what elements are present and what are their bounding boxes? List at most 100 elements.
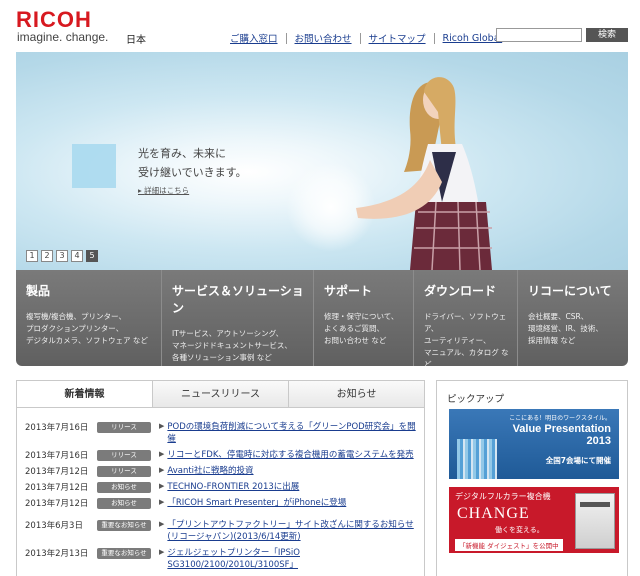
news-badge: 重要なお知らせ xyxy=(97,520,151,531)
purchase-link[interactable]: ご購入窓口 xyxy=(230,31,278,45)
change-mfp-banner[interactable]: デジタルフルカラー複合機 CHANGE 働くを変える。 「新機能 ダイジェスト」… xyxy=(449,487,619,553)
news-title-link[interactable]: TECHNO-FRONTIER 2013に出展 xyxy=(167,481,419,493)
locale-label: 日本 xyxy=(126,35,146,46)
ricoh-global-link[interactable]: Ricoh Global xyxy=(443,33,503,44)
news-date: 2013年6月3日 xyxy=(25,521,83,531)
category-about[interactable]: リコーについて 会社概要、CSR、 環境経営、IR、技術、 採用情報 など xyxy=(518,270,628,366)
nav-divider xyxy=(433,32,435,44)
hero-detail-label[interactable]: 詳細はこちら xyxy=(144,186,189,195)
banner-title-line: 2013 xyxy=(586,435,611,447)
news-title-link[interactable]: ジェルジェットプリンター「IPSiO SG3100/2100/2010L/310… xyxy=(167,547,419,571)
desc-line: ドライバー、ソフトウェア、 xyxy=(424,312,507,333)
arrow-icon: ▶ xyxy=(159,482,165,490)
hero-decor-square xyxy=(72,144,116,188)
tab-notices[interactable]: お知らせ xyxy=(289,381,424,407)
news-item: 2013年7月12日 お知らせ ▶ TECHNO-FRONTIER 2013に出… xyxy=(17,481,424,493)
news-date: 2013年7月16日 xyxy=(25,423,89,433)
desc-line: マニュアル、カタログ など xyxy=(424,348,509,366)
hero-page-2[interactable]: 2 xyxy=(41,250,53,262)
category-services[interactable]: サービス＆ソリューション ITサービス、アウトソーシング、 マネージドドキュメン… xyxy=(162,270,314,366)
search-button[interactable]: 検索 xyxy=(586,28,628,42)
hero-line-2: 受け継いでいきます。 xyxy=(138,166,247,179)
category-desc: ドライバー、ソフトウェア、 ユーティリティー、 マニュアル、カタログ など xyxy=(424,311,509,366)
category-title: サービス＆ソリューション xyxy=(172,284,304,315)
sitemap-link[interactable]: サイトマップ xyxy=(369,31,426,45)
tab-latest[interactable]: 新着情報 xyxy=(17,381,153,407)
arrow-icon: ▶ xyxy=(159,498,165,506)
news-date: 2013年7月16日 xyxy=(25,451,89,461)
news-date: 2013年7月12日 xyxy=(25,499,89,509)
desc-line: よくあるご質問、 xyxy=(324,324,384,333)
desc-line: 修理・保守について、 xyxy=(324,312,399,321)
desc-line: 採用情報 など xyxy=(528,336,576,345)
desc-line: マネージドドキュメントサービス、 xyxy=(172,341,292,350)
category-title: リコーについて xyxy=(528,284,612,298)
news-title-link[interactable]: Avanti社に戦略的投資 xyxy=(167,465,419,477)
news-item: 2013年7月16日 リリース ▶ PODの環境負荷削減について考える「グリーン… xyxy=(17,421,424,445)
news-badge: 重要なお知らせ xyxy=(97,548,151,559)
category-title: 製品 xyxy=(26,284,51,298)
arrow-icon: ▶ xyxy=(159,548,165,556)
news-title-link[interactable]: リコーとFDK、停電時に対応する複合機用の蓄電システムを発売 xyxy=(167,449,419,461)
hero-pager: 1 2 3 4 5 xyxy=(26,250,98,262)
news-title-link[interactable]: 「プリントアウトファクトリー」サイト改ざんに関するお知らせ(リコージャパン)(2… xyxy=(167,519,419,543)
contact-link[interactable]: お問い合わせ xyxy=(295,31,352,45)
news-title-link[interactable]: 「RICOH Smart Presenter」がiPhoneに登場 xyxy=(167,497,419,509)
nav-divider xyxy=(285,32,287,44)
hero-line-1: 光を育み、未来に xyxy=(138,147,226,160)
news-badge: リリース xyxy=(97,450,151,461)
nav-divider xyxy=(359,32,361,44)
category-desc: ITサービス、アウトソーシング、 マネージドドキュメントサービス、 各種ソリュー… xyxy=(172,328,305,364)
category-desc: 複写機/複合機、プリンター、 プロダクションプリンター、 デジタルカメラ、ソフト… xyxy=(26,311,153,347)
news-badge: リリース xyxy=(97,466,151,477)
desc-line: プロダクションプリンター、 xyxy=(26,324,124,333)
news-item: 2013年7月12日 お知らせ ▶ 「RICOH Smart Presenter… xyxy=(17,497,424,509)
category-desc: 修理・保守について、 よくあるご質問、 お問い合わせ など xyxy=(324,311,405,347)
news-tabs: 新着情報 ニュースリリース お知らせ xyxy=(17,381,424,408)
arrow-icon: ▶ xyxy=(159,450,165,458)
news-panel: 新着情報 ニュースリリース お知らせ 2013年7月16日 リリース ▶ POD… xyxy=(16,380,425,576)
pickup-heading: ピックアップ xyxy=(447,394,505,405)
banner-subtitle: 全国7会場にて開催 xyxy=(545,456,611,465)
printer-icon xyxy=(575,493,615,549)
hero-copy: 光を育み、未来に 受け継いでいきます。 xyxy=(138,144,247,182)
category-download[interactable]: ダウンロード ドライバー、ソフトウェア、 ユーティリティー、 マニュアル、カタロ… xyxy=(414,270,518,366)
arrow-icon: ▶ xyxy=(159,520,165,528)
banner-title-line: Value Presentation xyxy=(512,423,611,435)
desc-line: 環境経営、IR、技術、 xyxy=(528,324,603,333)
utility-nav: ご購入窓口 お問い合わせ サイトマップ Ricoh Global xyxy=(230,31,502,45)
news-badge: リリース xyxy=(97,422,151,433)
category-support[interactable]: サポート 修理・保守について、 よくあるご質問、 お問い合わせ など xyxy=(314,270,414,366)
news-item: 2013年6月3日 重要なお知らせ ▶ 「プリントアウトファクトリー」サイト改ざ… xyxy=(17,519,424,543)
hero-page-4[interactable]: 4 xyxy=(71,250,83,262)
news-date: 2013年7月12日 xyxy=(25,483,89,493)
tab-news-release[interactable]: ニュースリリース xyxy=(153,381,289,407)
news-date: 2013年7月12日 xyxy=(25,467,89,477)
desc-line: ユーティリティー、 xyxy=(424,336,491,345)
news-item: 2013年2月13日 重要なお知らせ ▶ ジェルジェットプリンター「IPSiO … xyxy=(17,547,424,571)
news-title-link[interactable]: PODの環境負荷削減について考える「グリーンPOD研究会」を開催 xyxy=(167,421,419,445)
hero-banner[interactable]: 光を育み、未来に 受け継いでいきます。 ▸ 詳細はこちら 1 2 3 4 5 xyxy=(16,52,628,270)
hero-page-1[interactable]: 1 xyxy=(26,250,38,262)
search-input[interactable] xyxy=(496,28,582,42)
desc-line: 各種ソリューション事例 など xyxy=(172,353,272,362)
desc-line: ITサービス、アウトソーシング、 xyxy=(172,329,284,338)
hero-detail-link[interactable]: ▸ 詳細はこちら xyxy=(138,185,189,196)
girl-image xyxy=(356,77,492,270)
desc-line: デジタルカメラ、ソフトウェア など xyxy=(26,336,148,345)
hero-page-5[interactable]: 5 xyxy=(86,250,98,262)
arrow-icon: ▶ xyxy=(159,466,165,474)
news-badge: お知らせ xyxy=(97,482,151,493)
news-badge: お知らせ xyxy=(97,498,151,509)
news-item: 2013年7月12日 リリース ▶ Avanti社に戦略的投資 xyxy=(17,465,424,477)
news-list: 2013年7月16日 リリース ▶ PODの環境負荷削減について考える「グリーン… xyxy=(17,408,424,571)
banner-title: CHANGE xyxy=(457,505,530,522)
bars-graphic xyxy=(457,439,497,479)
banner-tagline: 働くを変える。 xyxy=(495,526,544,534)
hero-page-3[interactable]: 3 xyxy=(56,250,68,262)
value-presentation-banner[interactable]: ここにある！明日のワークスタイル。 Value Presentation 201… xyxy=(449,409,619,479)
category-nav: 製品 複写機/複合機、プリンター、 プロダクションプリンター、 デジタルカメラ、… xyxy=(16,270,628,366)
news-item: 2013年7月16日 リリース ▶ リコーとFDK、停電時に対応する複合機用の蓄… xyxy=(17,449,424,461)
banner-title: Value Presentation 2013 xyxy=(513,423,611,447)
category-products[interactable]: 製品 複写機/複合機、プリンター、 プロダクションプリンター、 デジタルカメラ、… xyxy=(16,270,162,366)
